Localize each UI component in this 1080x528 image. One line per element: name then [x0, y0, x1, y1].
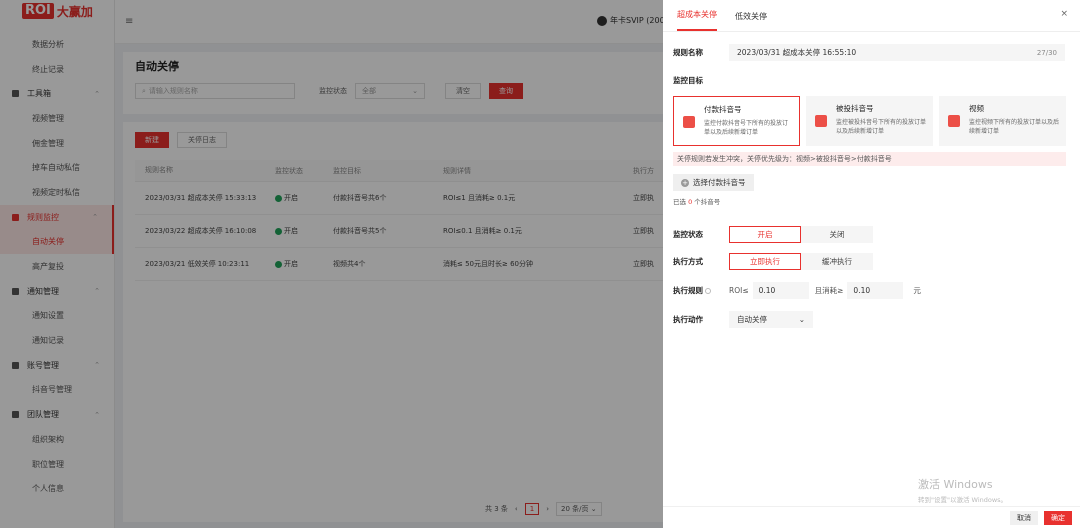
exec-action-value: 自动关停 — [737, 315, 767, 324]
pay-account-icon — [683, 116, 695, 128]
cancel-button[interactable]: 取消 — [1010, 510, 1038, 525]
exec-buffer-button[interactable]: 缓冲执行 — [801, 253, 873, 270]
exec-mode-label: 执行方式 — [673, 257, 703, 266]
target-option-pay-account[interactable]: 付款抖音号 监控付款抖音号下所有的投放订单以及后续新增订单 — [673, 96, 800, 146]
exec-action-row: 执行动作 自动关停 ⌄ — [673, 311, 1070, 328]
select-pay-account-label: 选择付款抖音号 — [693, 178, 746, 187]
exec-rule-text: 执行规则 — [673, 286, 703, 295]
tab-low-efficiency-shutdown[interactable]: 低效关停 — [735, 11, 767, 31]
selected-suffix: 个抖音号 — [694, 198, 721, 206]
drawer-tabs: 超成本关停 低效关停 × — [663, 0, 1080, 32]
target-desc: 监控视频下所有的投放订单以及后续新增订单 — [969, 119, 1060, 135]
status-off-button[interactable]: 关闭 — [801, 226, 873, 243]
selected-number: 0 — [688, 198, 693, 206]
chevron-down-icon: ⌄ — [798, 315, 805, 324]
conflict-warning: 关停规则若发生冲突，关停优先级为：视频>被投抖音号>付款抖音号 — [673, 152, 1066, 166]
exec-now-button[interactable]: 立即执行 — [729, 253, 801, 270]
monitor-status-row: 监控状态 开启 关闭 — [673, 226, 1070, 243]
status-on-button[interactable]: 开启 — [729, 226, 801, 243]
target-option-video[interactable]: 视频 监控视频下所有的投放订单以及后续新增订单 — [939, 96, 1066, 146]
spend-label: 且消耗≥ — [814, 286, 844, 295]
target-title: 视频 — [969, 104, 984, 113]
target-desc: 监控被投抖音号下所有的投放订单以及后续新增订单 — [836, 119, 927, 135]
exec-action-select[interactable]: 自动关停 ⌄ — [729, 311, 813, 328]
info-icon[interactable] — [705, 288, 711, 294]
tab-over-cost-shutdown[interactable]: 超成本关停 — [677, 9, 717, 31]
target-title: 被投抖音号 — [836, 104, 874, 113]
windows-activation-watermark: 激活 Windows 转到"设置"以激活 Windows。 — [918, 476, 1007, 504]
roi-input[interactable]: 0.10 — [752, 282, 809, 299]
promoted-account-icon — [815, 115, 827, 127]
target-options: 付款抖音号 监控付款抖音号下所有的投放订单以及后续新增订单 被投抖音号 监控被投… — [673, 96, 1070, 146]
rule-name-row: 规则名称 2023/03/31 超成本关停 16:55:10 27/30 — [673, 44, 1070, 61]
rule-drawer: 超成本关停 低效关停 × 规则名称 2023/03/31 超成本关停 16:55… — [663, 0, 1080, 528]
target-section-title: 监控目标 — [673, 76, 703, 85]
watermark-line1: 激活 Windows — [918, 478, 993, 491]
spend-unit: 元 — [913, 286, 921, 295]
spend-input[interactable]: 0.10 — [847, 282, 904, 299]
selected-prefix: 已选 — [673, 198, 686, 206]
plus-icon: + — [681, 178, 689, 187]
drawer-body: 规则名称 2023/03/31 超成本关停 16:55:10 27/30 监控目… — [663, 32, 1080, 328]
exec-action-label: 执行动作 — [673, 315, 703, 324]
target-title: 付款抖音号 — [704, 105, 742, 114]
video-icon — [948, 115, 960, 127]
target-desc: 监控付款抖音号下所有的投放订单以及后续新增订单 — [704, 120, 789, 136]
confirm-button[interactable]: 确定 — [1044, 510, 1072, 525]
exec-rule-row: 执行规则 ROI≤ 0.10 且消耗≥ 0.10 元 — [673, 282, 1070, 299]
rule-name-value: 2023/03/31 超成本关停 16:55:10 — [737, 48, 857, 57]
roi-label: ROI≤ — [729, 286, 749, 295]
target-option-promoted-account[interactable]: 被投抖音号 监控被投抖音号下所有的投放订单以及后续新增订单 — [806, 96, 933, 146]
monitor-status-label: 监控状态 — [673, 230, 703, 239]
rule-name-label: 规则名称 — [673, 48, 703, 57]
drawer-footer: 取消 确定 — [663, 506, 1080, 528]
rule-name-count: 27/30 — [1036, 48, 1057, 57]
select-pay-account-button[interactable]: + 选择付款抖音号 — [673, 174, 754, 191]
selected-count: 已选 0 个抖音号 — [673, 196, 1070, 206]
watermark-line2: 转到"设置"以激活 Windows。 — [918, 496, 1008, 504]
exec-rule-label: 执行规则 — [673, 285, 729, 296]
rule-name-input[interactable]: 2023/03/31 超成本关停 16:55:10 27/30 — [729, 44, 1065, 61]
exec-mode-row: 执行方式 立即执行 缓冲执行 — [673, 253, 1070, 270]
close-icon[interactable]: × — [1060, 9, 1068, 19]
